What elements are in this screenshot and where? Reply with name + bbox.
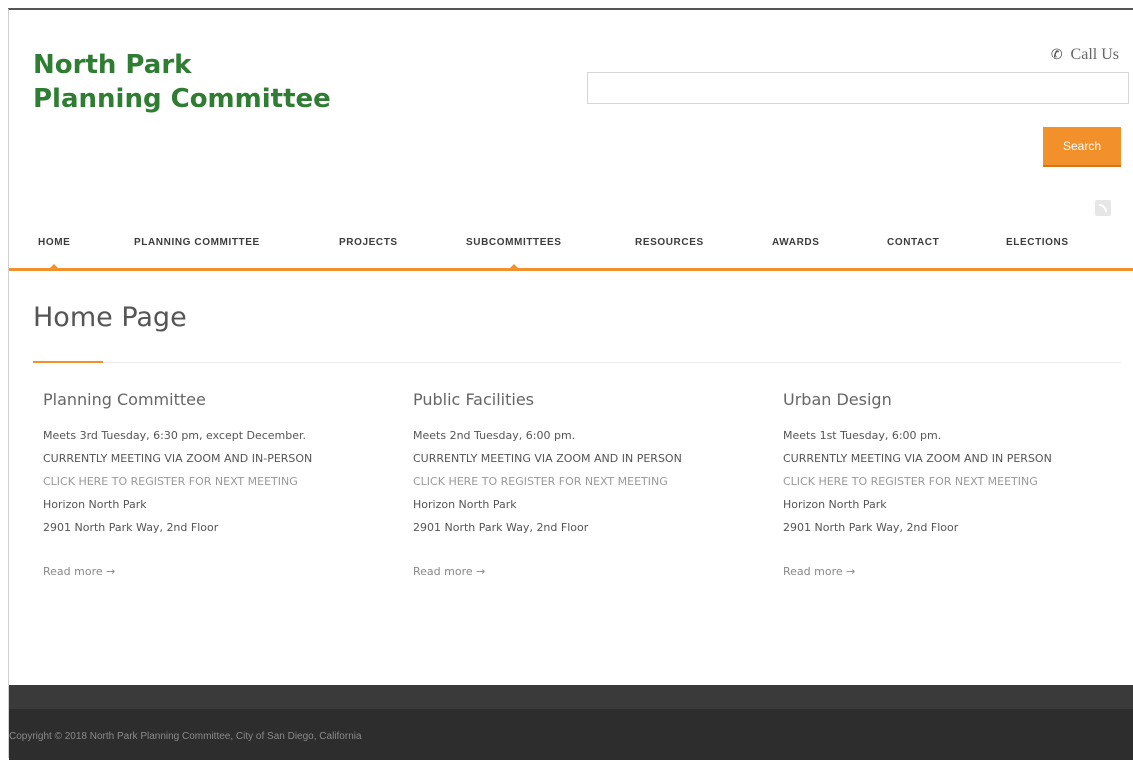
meeting-status: CURRENTLY MEETING VIA ZOOM AND IN PERSON — [783, 452, 1052, 465]
committee-card-public-facilities: Public Facilities Meets 2nd Tuesday, 6:0… — [413, 390, 753, 579]
nav-item-home[interactable]: HOME — [38, 228, 70, 268]
meeting-schedule: Meets 2nd Tuesday, 6:00 pm. — [413, 429, 576, 442]
copyright-text: Copyright © 2018 North Park Planning Com… — [9, 731, 362, 742]
committee-card-planning: Planning Committee Meets 3rd Tuesday, 6:… — [43, 390, 383, 579]
nav-item-label: AWARDS — [772, 237, 820, 248]
active-indicator — [50, 264, 59, 268]
read-more-link[interactable]: Read more → — [43, 565, 115, 578]
meeting-schedule: Meets 1st Tuesday, 6:00 pm. — [783, 429, 942, 442]
title-divider-accent — [33, 361, 103, 363]
venue-name: Horizon North Park — [413, 498, 517, 511]
nav-item-resources[interactable]: RESOURCES — [635, 228, 704, 268]
browser-viewport: North Park Planning Committee ✆ Call Us … — [8, 8, 1133, 760]
main-nav: HOME PLANNING COMMITTEE PROJECTS SUBCOMM… — [9, 228, 1133, 271]
search-input[interactable] — [587, 72, 1129, 104]
nav-item-label: CONTACT — [887, 237, 940, 248]
nav-item-label: RESOURCES — [635, 237, 704, 248]
nav-item-planning-committee[interactable]: PLANNING COMMITTEE — [134, 228, 260, 268]
nav-item-label: PLANNING COMMITTEE — [134, 237, 260, 248]
search-button[interactable]: Search — [1043, 127, 1121, 167]
nav-item-elections[interactable]: ELECTIONS — [1006, 228, 1069, 268]
title-divider — [33, 362, 1121, 363]
venue-address: 2901 North Park Way, 2nd Floor — [783, 521, 959, 534]
register-link[interactable]: CLICK HERE TO REGISTER FOR NEXT MEETING — [413, 470, 753, 493]
card-heading: Planning Committee — [43, 390, 206, 409]
footer-widget-bar — [9, 685, 1133, 709]
footer: Copyright © 2018 North Park Planning Com… — [9, 709, 1133, 760]
phone-icon: ✆ — [1050, 47, 1063, 63]
nav-item-label: ELECTIONS — [1006, 237, 1069, 248]
submenu-indicator — [509, 264, 518, 268]
venue-name: Horizon North Park — [43, 498, 147, 511]
register-link[interactable]: CLICK HERE TO REGISTER FOR NEXT MEETING — [43, 470, 383, 493]
nav-item-label: PROJECTS — [339, 237, 398, 248]
site-title-line1: North Park — [33, 50, 192, 80]
nav-item-contact[interactable]: CONTACT — [887, 228, 939, 268]
meeting-schedule: Meets 3rd Tuesday, 6:30 pm, except Decem… — [43, 429, 307, 442]
site-title-line2: Planning Committee — [33, 84, 331, 114]
nav-item-projects[interactable]: PROJECTS — [339, 228, 398, 268]
meeting-status: CURRENTLY MEETING VIA ZOOM AND IN-PERSON — [43, 452, 313, 465]
meeting-status: CURRENTLY MEETING VIA ZOOM AND IN PERSON — [413, 452, 682, 465]
site-title[interactable]: North Park Planning Committee — [33, 48, 331, 116]
nav-item-label: SUBCOMMITTEES — [466, 237, 562, 248]
nav-item-label: HOME — [38, 237, 71, 248]
committee-card-urban-design: Urban Design Meets 1st Tuesday, 6:00 pm.… — [783, 390, 1123, 579]
read-more-link[interactable]: Read more → — [413, 565, 485, 578]
card-heading: Urban Design — [783, 390, 892, 409]
register-link[interactable]: CLICK HERE TO REGISTER FOR NEXT MEETING — [783, 470, 1123, 493]
venue-address: 2901 North Park Way, 2nd Floor — [43, 521, 219, 534]
card-heading: Public Facilities — [413, 390, 535, 409]
page-title: Home Page — [33, 302, 187, 333]
read-more-link[interactable]: Read more → — [783, 565, 855, 578]
call-us-label: Call Us — [1070, 46, 1119, 63]
call-us[interactable]: ✆ Call Us — [1051, 46, 1119, 64]
nav-item-awards[interactable]: AWARDS — [772, 228, 820, 268]
venue-address: 2901 North Park Way, 2nd Floor — [413, 521, 589, 534]
nav-item-subcommittees[interactable]: SUBCOMMITTEES — [466, 228, 562, 268]
rss-icon[interactable] — [1095, 200, 1111, 216]
venue-name: Horizon North Park — [783, 498, 887, 511]
